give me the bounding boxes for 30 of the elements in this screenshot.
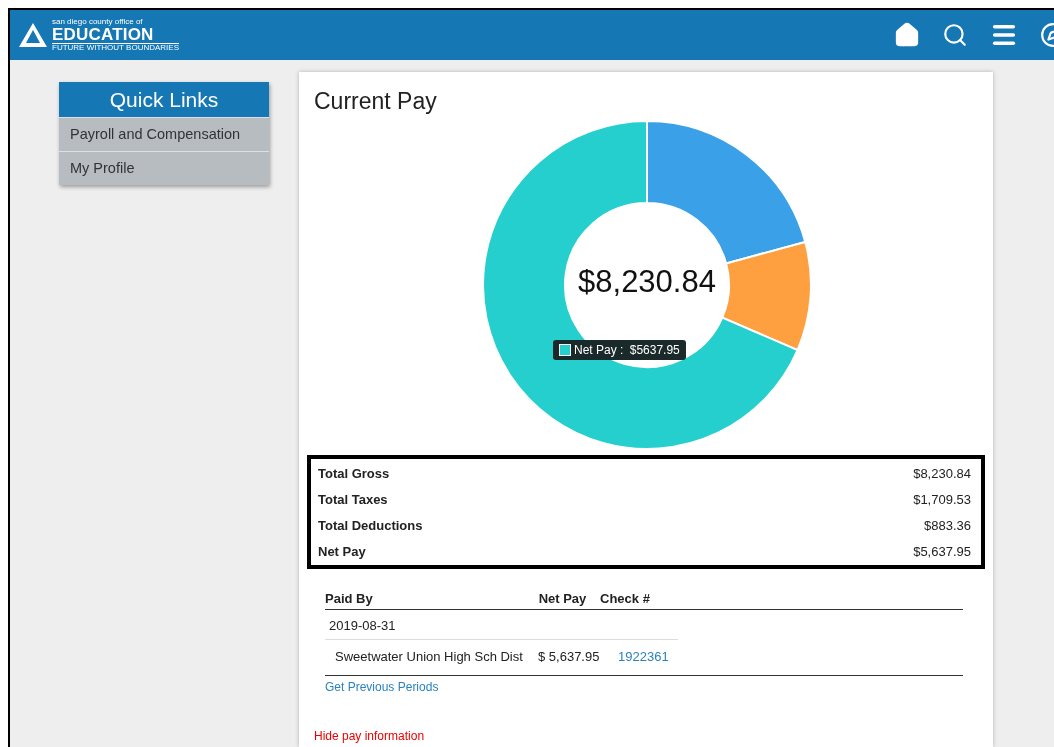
summary-value: $5,637.95: [913, 543, 971, 559]
total-amount: $8,230.84: [577, 264, 717, 300]
hide-pay-link[interactable]: Hide pay information: [314, 729, 425, 743]
tooltip-value: $5637.95: [628, 343, 680, 357]
summary-label: Net Pay: [318, 543, 366, 559]
triangle-logo-icon: [18, 22, 48, 48]
summary-label: Total Deductions: [318, 517, 423, 533]
previous-periods-link[interactable]: Get Previous Periods: [325, 680, 439, 694]
quick-link[interactable]: Payroll and Compensation: [59, 117, 269, 151]
logo-name: EDUCATION: [52, 26, 179, 44]
logo-tagline: san diego county office of: [52, 18, 144, 26]
summary-label: Total Taxes: [318, 491, 388, 507]
check-number-link[interactable]: 1922361: [618, 649, 669, 664]
summary-value: $8,230.84: [913, 465, 971, 481]
tooltip-label: Net Pay :: [574, 343, 624, 357]
home-icon[interactable]: [894, 22, 920, 48]
card-title: Current Pay: [314, 88, 438, 115]
quick-links-title: Quick Links: [59, 82, 269, 117]
summary-label: Total Gross: [318, 465, 390, 481]
pay-date: 2019-08-31: [325, 610, 678, 640]
table-cell-text: $ 5,637.95: [538, 649, 601, 664]
quick-link[interactable]: My Profile: [59, 151, 269, 185]
search-icon[interactable]: [942, 22, 968, 48]
table-cell-text: Sweetwater Union High Sch Dist: [335, 649, 524, 664]
column-header: Check #: [600, 591, 651, 606]
column-header: Paid By: [325, 591, 374, 606]
logo-tagline: FUTURE WITHOUT BOUNDARIES: [52, 44, 179, 52]
column-header: Net Pay: [537, 591, 588, 606]
summary-value: $883.36: [924, 517, 971, 533]
summary-value: $1,709.53: [913, 491, 971, 507]
